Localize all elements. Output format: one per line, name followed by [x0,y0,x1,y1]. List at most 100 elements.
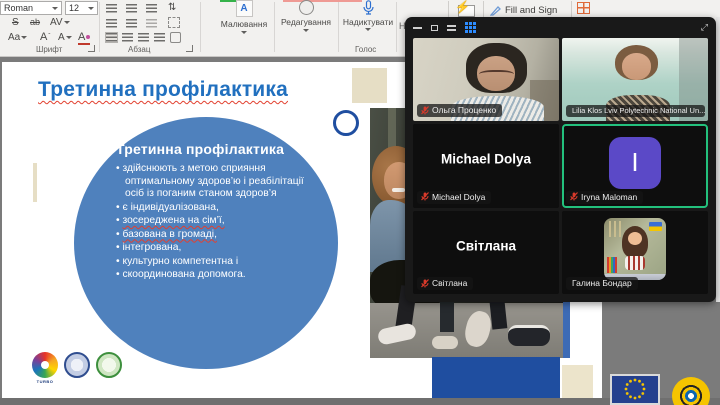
chevron-down-icon [66,36,72,39]
font-color-button[interactable]: A [78,31,90,45]
turbo-logo: TURBO [32,352,58,384]
restore-button[interactable] [431,25,438,31]
expand-button[interactable]: ⤢ [701,23,708,33]
view-menu-button[interactable] [447,25,456,31]
avatar-image [604,218,666,280]
ukraine-flag-icon [649,222,662,231]
pen-nib-icon [490,5,501,16]
zoom-titlebar: ⤢ [405,17,716,38]
bullet-item: інтегрована, [116,242,308,255]
participant-name-label: Світлана [417,277,473,290]
participant-name-label: Галина Бондар [566,277,638,290]
green-circle-logo [96,352,122,378]
change-case-button[interactable]: Aa [8,32,27,43]
participant-name: Галина Бондар [572,278,632,288]
bubble-bullets: здійснюють з метою сприяння оптимальному… [100,163,308,282]
round-partner-logo [672,377,710,405]
gallery-view-grid-icon[interactable] [465,22,476,33]
editing-label: Редагування [281,17,331,27]
participant-tile[interactable]: Lilia Klos Lviv Polytechnic National Un.… [562,38,708,121]
drawing-label: Малювання [221,19,267,29]
editing-lens-icon [299,0,314,15]
case-label: Aa [8,32,20,43]
font-size-value: 12 [69,3,88,13]
muted-mic-icon [421,106,429,115]
dictate-button[interactable]: Надиктувати [340,0,396,44]
photo-detail [392,188,405,192]
line-spacing-button[interactable] [146,19,157,28]
photo-detail [508,325,550,346]
slide-title: Третинна профілактика [38,78,288,102]
justify-button[interactable] [154,33,165,42]
chevron-down-icon [64,21,70,24]
chevron-down-icon [241,31,247,34]
shrink-font-button[interactable]: A [58,32,72,43]
dictate-label: Надиктувати [343,17,393,27]
bullet-item: скоординована допомога. [116,269,308,282]
font-size-combo[interactable]: 12 [65,1,98,15]
trident-icon [609,221,621,237]
font-group-label: Шрифт [36,45,62,54]
muted-mic-icon [570,192,578,201]
quick-action-button[interactable]: ⚡ [455,2,477,18]
text-direction-button[interactable] [170,32,181,43]
participant-tile-active-speaker[interactable]: I Iryna Maloman [562,124,708,207]
font-dialog-launcher[interactable] [88,45,95,52]
participant-tile[interactable]: Галина Бондар [562,211,708,294]
participant-name: Ольга Проценко [432,105,496,115]
align-right-button[interactable] [138,33,149,42]
editing-button[interactable]: Редагування [276,0,336,44]
font-color-label: A [78,31,85,43]
bullet-item: зосереджена на сім’ї, [116,215,308,228]
blue-rectangle-shape [432,357,560,398]
eu-flag-logo [610,374,660,405]
grow-label: A [40,31,47,43]
fill-and-sign-button[interactable]: Fill and Sign [490,5,557,16]
increase-indent-button[interactable] [126,19,137,28]
multilevel-list-button[interactable] [146,4,157,13]
align-center-button[interactable] [122,33,133,42]
photo-detail [479,70,514,80]
photo-detail [622,53,651,80]
up-caret-icon: ˆ [48,34,50,40]
minimize-button[interactable] [413,27,422,29]
chevron-down-icon [365,28,371,31]
participant-name-label: Iryna Maloman [566,191,643,204]
bullet-item: культурно компетентна і [116,256,308,269]
font-name-combo[interactable]: Roman [0,1,62,15]
bubble-shape: Третинна профілактика здійснюють з метою… [74,117,338,369]
decrease-indent-button[interactable] [106,19,117,28]
paragraph-dialog-launcher[interactable] [186,45,193,52]
text-box-button[interactable] [168,17,180,28]
participant-name: Lilia Klos Lviv Polytechnic National Un.… [572,106,705,115]
spacing-label: AV [50,17,63,28]
bullet-item: є індивідуалізована, [116,202,308,215]
participant-tile[interactable]: Michael Dolya Michael Dolya [413,124,559,207]
zoom-meeting-window[interactable]: ⤢ Ольга Проценко [405,17,716,302]
align-left-button[interactable] [106,33,117,42]
grow-font-button[interactable]: Aˆ [40,31,50,43]
university-seal-logo [64,352,90,378]
turbo-swirl-icon [32,352,58,378]
participant-tile[interactable]: Ольга Проценко [413,38,559,121]
bullet-list-button[interactable] [106,4,117,13]
numbered-list-button[interactable] [126,4,137,13]
participant-name-label: Lilia Klos Lviv Polytechnic National Un.… [566,105,705,117]
participant-tile[interactable]: Світлана Світлана [413,211,559,294]
character-spacing-button[interactable]: AV [50,17,70,28]
participant-name: Світлана [432,278,467,288]
beige-bar-shape [33,163,37,202]
bubble-heading: Третинна профілактика [116,141,308,157]
sort-button[interactable]: ⇅ [168,2,176,13]
muted-mic-icon [421,192,429,201]
photo-detail [625,256,645,270]
lightning-icon: ⚡ [455,0,470,14]
photo-detail [628,232,642,245]
muted-mic-icon [421,279,429,288]
strikethrough-button[interactable]: S [12,17,19,28]
strikethrough-alt-button[interactable]: ab [30,17,40,27]
drawing-button[interactable]: A Малювання [214,0,274,44]
paragraph-group-label: Абзац [128,45,150,54]
chevron-down-icon [52,7,58,10]
drawing-pen-icon: A [236,0,253,17]
